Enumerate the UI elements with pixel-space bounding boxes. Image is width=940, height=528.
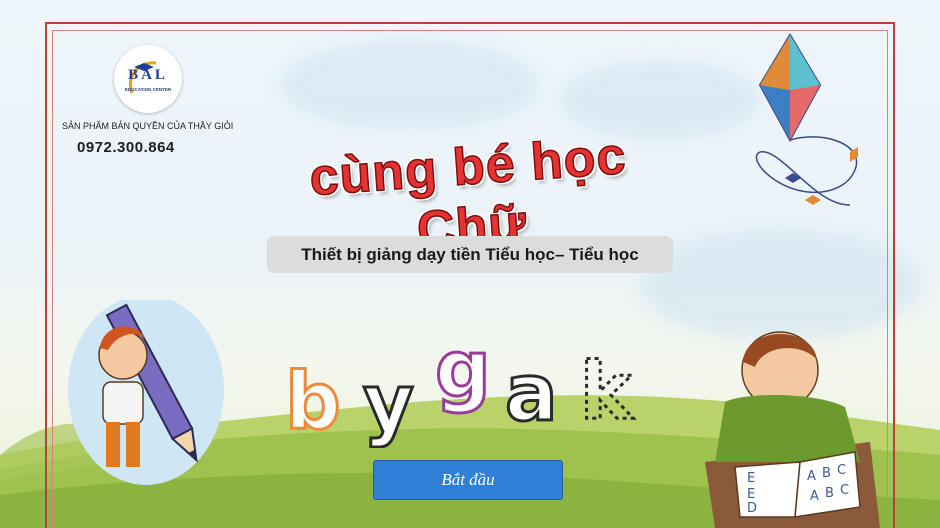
tracing-letters: b y g a k	[284, 324, 636, 449]
letter-g: g	[435, 325, 491, 415]
logo-subtitle: EDUCATION CENTER	[124, 87, 172, 92]
book-letter: D	[747, 501, 757, 516]
start-button[interactable]: Bắt đầu	[373, 460, 563, 500]
book-letter: A	[810, 489, 819, 504]
book-letter: B	[825, 486, 834, 501]
letter-y: y	[363, 359, 414, 448]
subtitle-text: Thiết bị giảng dạy tiền Tiểu học– Tiểu h…	[301, 245, 639, 264]
book-letter: C	[837, 463, 846, 478]
boy-with-pencil-illustration	[68, 300, 224, 485]
letter-a: a	[505, 349, 558, 439]
phone-number: 0972.300.864	[77, 139, 175, 156]
book-letter: B	[822, 466, 831, 481]
logo-text: BAL	[128, 67, 168, 83]
book-letter: E	[747, 471, 755, 486]
book-letter: A	[807, 469, 816, 484]
book-letter: C	[840, 483, 849, 498]
boy-writing-illustration: E E D A B C A B C	[705, 331, 880, 528]
subtitle-banner: Thiết bị giảng dạy tiền Tiểu học– Tiểu h…	[267, 236, 673, 273]
letter-k: k	[580, 347, 634, 437]
kite-illustration	[755, 33, 858, 206]
book-letter: E	[747, 487, 755, 502]
letter-b: b	[285, 357, 341, 447]
bal-logo: BAL EDUCATION CENTER	[114, 45, 182, 113]
copyright-text: SẢN PHẨM BẢN QUYỀN CỦA THẦY GIỎI	[62, 121, 234, 131]
slide-canvas: BAL EDUCATION CENTER SẢN PHẨM BẢN QUYỀN …	[0, 0, 940, 528]
